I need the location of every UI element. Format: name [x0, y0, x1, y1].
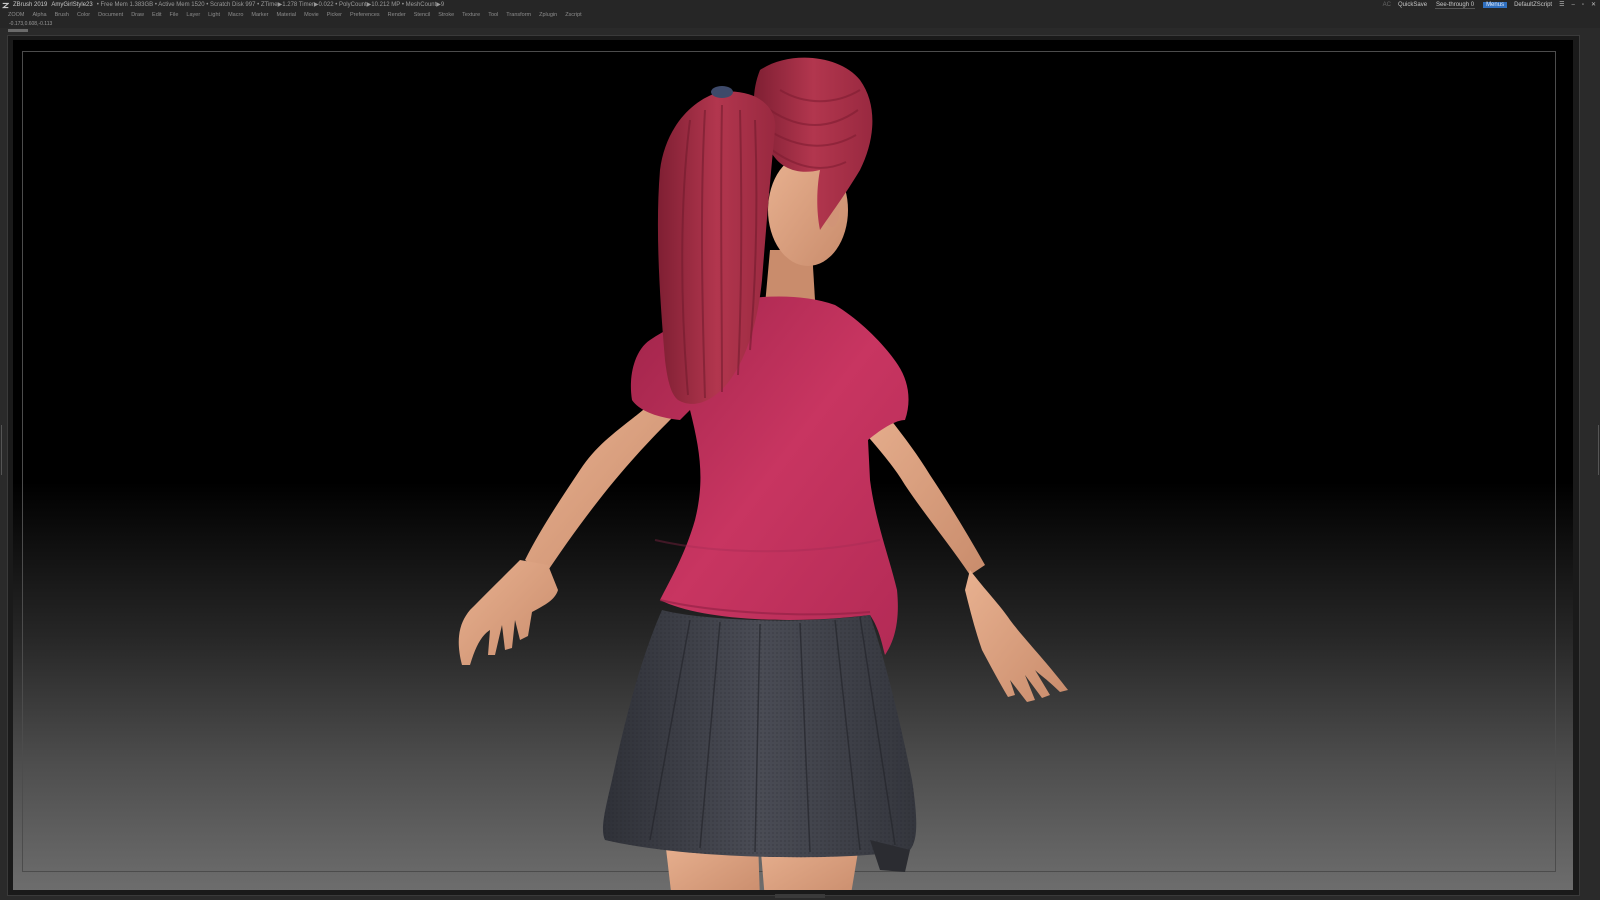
menu-items: ZOOM Alpha Brush Color Document Draw Edit File L…: [8, 10, 582, 20]
menu-item-picker[interactable]: Picker: [327, 10, 342, 20]
status-stats: • Free Mem 1.383GB • Active Mem 1520 • S…: [96, 2, 445, 8]
quicksave-button[interactable]: QuickSave: [1398, 0, 1427, 10]
menu-item-tool[interactable]: Tool: [488, 10, 498, 20]
character-model[interactable]: [13, 40, 1573, 890]
see-through-slider[interactable]: See-through 0: [1434, 0, 1476, 10]
menu-item-marker[interactable]: Marker: [251, 10, 268, 20]
menu-item-stencil[interactable]: Stencil: [414, 10, 431, 20]
tray-handle[interactable]: [8, 29, 28, 32]
menu-item-alpha[interactable]: Alpha: [33, 10, 47, 20]
window-menu-icon[interactable]: ☰: [1559, 0, 1564, 10]
minimize-icon[interactable]: –: [1571, 0, 1574, 10]
menu-item-zplugin[interactable]: Zplugin: [539, 10, 557, 20]
menu-item-file[interactable]: File: [170, 10, 179, 20]
menu-item-movie[interactable]: Movie: [304, 10, 319, 20]
coordinate-bar: -0.173,0.608,-0.113: [0, 20, 1600, 28]
left-arm: [458, 400, 675, 665]
menu-item-draw[interactable]: Draw: [131, 10, 144, 20]
menu-item-macro[interactable]: Macro: [228, 10, 243, 20]
menu-item-material[interactable]: Material: [277, 10, 297, 20]
menu-item-edit[interactable]: Edit: [152, 10, 161, 20]
see-through-track: [1435, 8, 1476, 9]
maximize-icon[interactable]: ▫: [1582, 0, 1584, 10]
coordinate-readout: -0.173,0.608,-0.113: [9, 21, 53, 27]
menu-item-transform[interactable]: Transform: [506, 10, 531, 20]
title-bar: ZBrush 2019 AmyGirlStyle23 • Free Mem 1.…: [0, 0, 1600, 10]
default-zscript-button[interactable]: DefaultZScript: [1514, 0, 1552, 10]
right-tray-handle[interactable]: [1594, 425, 1599, 475]
app-name: ZBrush 2019: [13, 2, 48, 8]
menu-item-zoom[interactable]: ZOOM: [8, 10, 25, 20]
menu-item-color[interactable]: Color: [77, 10, 90, 20]
left-tray-handle[interactable]: [1, 425, 6, 475]
menu-item-document[interactable]: Document: [98, 10, 123, 20]
zbrush-logo-icon[interactable]: [2, 2, 9, 9]
close-icon[interactable]: ✕: [1591, 0, 1596, 10]
menu-item-brush[interactable]: Brush: [55, 10, 69, 20]
menu-item-texture[interactable]: Texture: [462, 10, 480, 20]
menu-item-render[interactable]: Render: [388, 10, 406, 20]
menus-button[interactable]: Menus: [1483, 2, 1508, 8]
menu-item-zscript[interactable]: Zscript: [565, 10, 582, 20]
menu-item-preferences[interactable]: Preferences: [350, 10, 380, 20]
menu-item-light[interactable]: Light: [208, 10, 220, 20]
menu-item-layer[interactable]: Layer: [186, 10, 200, 20]
menu-bar: ZOOM Alpha Brush Color Document Draw Edit File L…: [0, 10, 1600, 20]
document-canvas[interactable]: [13, 40, 1573, 890]
menu-item-stroke[interactable]: Stroke: [438, 10, 454, 20]
document-name: AmyGirlStyle23: [51, 2, 93, 8]
ac-toggle[interactable]: AC: [1383, 0, 1391, 10]
bottom-tray-handle[interactable]: [775, 894, 825, 898]
skirt: [602, 610, 917, 872]
hair-tie: [711, 86, 733, 98]
